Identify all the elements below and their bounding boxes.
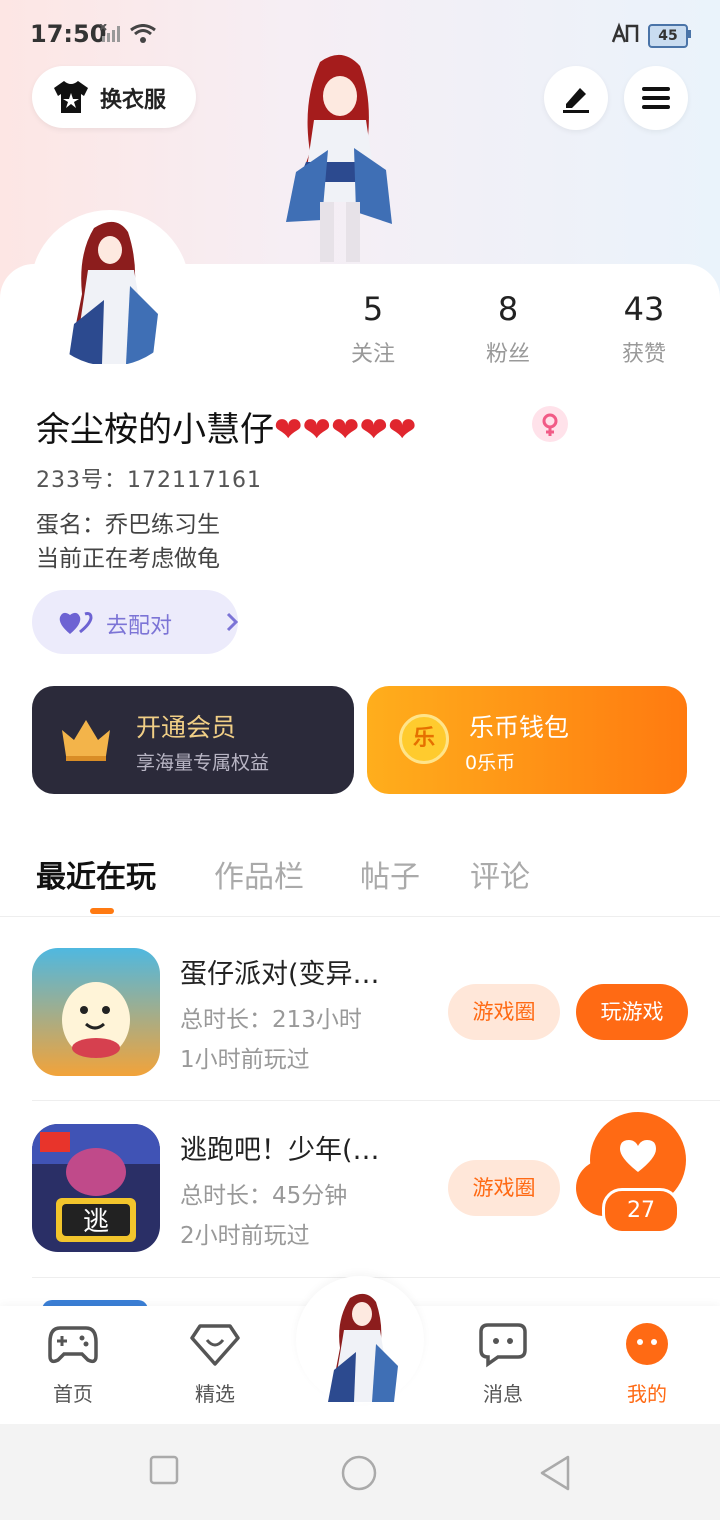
- game-title: 蛋仔派对(变异…: [180, 959, 380, 990]
- wallet-card[interactable]: 乐 乐币钱包 0乐币: [367, 686, 687, 794]
- avatar-image: [34, 214, 186, 366]
- nav-featured-label: 精选: [195, 1382, 235, 1406]
- game-title: 逃跑吧！少年(…: [180, 1135, 380, 1166]
- game-icon[interactable]: [32, 948, 160, 1076]
- game-circle-button[interactable]: 游戏圈: [448, 1160, 560, 1216]
- username-hearts: ❤❤❤❤❤: [274, 410, 417, 450]
- nav-home[interactable]: 首页: [28, 1320, 118, 1407]
- chat-bubble-icon: [479, 1323, 527, 1368]
- avatar[interactable]: [34, 214, 186, 366]
- nav-featured[interactable]: 精选: [170, 1320, 260, 1407]
- nav-messages[interactable]: 消息: [458, 1320, 548, 1407]
- stat-likes[interactable]: 43 获赞: [589, 290, 699, 368]
- tab-posts[interactable]: 帖子: [360, 852, 420, 896]
- double-heart-icon: [59, 612, 93, 634]
- home-circle-icon[interactable]: [340, 1454, 378, 1492]
- pair-button[interactable]: 去配对: [32, 590, 238, 654]
- nav-avatar-figure: [328, 1293, 398, 1402]
- vip-title: 开通会员: [136, 713, 237, 742]
- wallet-title: 乐币钱包: [469, 713, 570, 742]
- nav-mine[interactable]: 我的: [602, 1320, 692, 1407]
- nav-messages-label: 消息: [483, 1382, 523, 1406]
- back-triangle-icon[interactable]: [538, 1454, 572, 1492]
- user-id-value: 172117161: [127, 468, 262, 493]
- edit-profile-button[interactable]: [544, 66, 608, 130]
- battery-tip: [688, 30, 691, 38]
- game-icon-text: 逃: [83, 1207, 109, 1237]
- bio-line-1: 蛋名：乔巴练习生: [36, 512, 220, 538]
- wallet-balance: 0乐币: [465, 752, 516, 774]
- like-count-badge: 27: [602, 1188, 680, 1234]
- chevron-right-icon: [226, 612, 238, 632]
- heart-diamond-icon: [190, 1324, 240, 1366]
- play-game-button[interactable]: 玩游戏: [576, 984, 688, 1040]
- stat-following-value: 5: [362, 290, 384, 328]
- vip-subtitle: 享海量专属权益: [136, 752, 270, 774]
- game-circle-button[interactable]: 游戏圈: [448, 984, 560, 1040]
- gamepad-icon: [48, 1326, 98, 1364]
- coin-icon: 乐: [399, 714, 449, 764]
- dress-up-button[interactable]: 换衣服: [32, 66, 196, 128]
- signal-icon: [100, 24, 120, 42]
- nav-mine-label: 我的: [627, 1382, 667, 1406]
- stat-fans-label: 粉丝: [485, 342, 530, 367]
- avatar-3d-figure[interactable]: [256, 52, 416, 272]
- game-icon[interactable]: 逃: [32, 1124, 160, 1252]
- stat-following[interactable]: 5 关注: [318, 290, 428, 368]
- tab-comments[interactable]: 评论: [470, 852, 530, 896]
- shirt-icon: [54, 81, 88, 113]
- female-gender-icon: [532, 406, 568, 442]
- profile-face-icon: [626, 1323, 668, 1365]
- crown-icon: [62, 720, 110, 761]
- list-item[interactable]: 蛋仔派对(变异… 总时长：213小时 1小时前玩过 游戏圈 玩游戏: [0, 948, 720, 1124]
- hd-icon: [611, 22, 639, 43]
- tab-active-indicator: [90, 908, 114, 914]
- nav-home-label: 首页: [53, 1382, 93, 1406]
- recent-apps-icon[interactable]: [148, 1454, 180, 1486]
- play-duration: 总时长：45分钟: [180, 1183, 348, 1209]
- pencil-icon: [563, 88, 589, 113]
- divider: [32, 1100, 720, 1101]
- heart-icon: [620, 1140, 656, 1172]
- stat-likes-value: 43: [623, 290, 665, 328]
- wifi-icon: [130, 24, 156, 43]
- status-time: 17:50: [30, 20, 107, 48]
- menu-button[interactable]: [624, 66, 688, 130]
- last-played: 2小时前玩过: [180, 1223, 310, 1249]
- stat-fans-value: 8: [497, 290, 519, 328]
- last-played: 1小时前玩过: [180, 1047, 310, 1073]
- username: 余尘桉的小慧仔❤❤❤❤❤: [36, 410, 417, 450]
- stat-fans[interactable]: 8 粉丝: [453, 290, 563, 368]
- battery-icon: 45: [648, 24, 688, 48]
- hamburger-icon: [642, 87, 670, 109]
- bio: 蛋名：乔巴练习生 当前正在考虑做龟: [36, 508, 220, 576]
- tab-works[interactable]: 作品栏: [214, 852, 304, 896]
- tab-recent-played[interactable]: 最近在玩: [36, 852, 156, 896]
- user-id: 233号：172117161: [36, 462, 262, 494]
- system-navigation-bar: [0, 1424, 720, 1520]
- profile-tabs: 最近在玩 作品栏 帖子 评论: [0, 846, 720, 917]
- stat-likes-label: 获赞: [621, 342, 666, 367]
- nav-avatar-button[interactable]: [310, 1290, 410, 1408]
- play-duration: 总时长：213小时: [180, 1007, 362, 1033]
- dress-up-label: 换衣服: [100, 88, 167, 113]
- user-id-label: 233号：: [36, 468, 127, 493]
- stat-following-label: 关注: [350, 342, 395, 367]
- pair-label: 去配对: [106, 614, 173, 639]
- bio-line-2: 当前正在考虑做龟: [36, 546, 220, 572]
- vip-membership-card[interactable]: 开通会员 享海量专属权益: [32, 686, 354, 794]
